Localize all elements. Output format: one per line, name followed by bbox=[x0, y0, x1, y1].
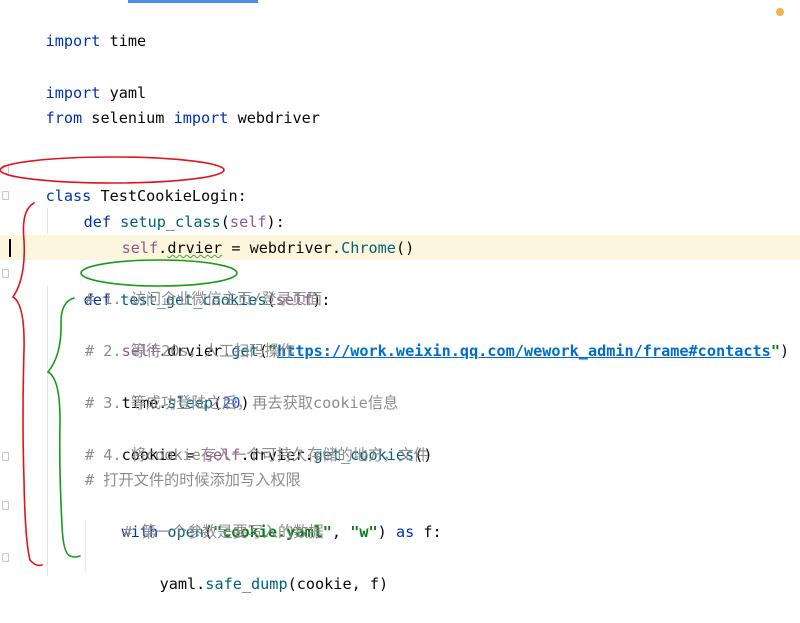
code-text: . bbox=[158, 239, 168, 257]
code-comment-2[interactable]: # 2. 等待20s，人工扫码操作 bbox=[85, 338, 295, 364]
fold-marker-icon[interactable] bbox=[2, 191, 9, 200]
code-editor[interactable]: import time import yaml from selenium im… bbox=[0, 0, 800, 593]
string-quote: " bbox=[770, 342, 780, 360]
code-line-11[interactable]: def test_get_cookies(self): bbox=[47, 261, 331, 309]
keyword: from bbox=[45, 109, 83, 127]
code-comment-4[interactable]: # 4. 将cookie存入一个可持久存储的地方，文件 bbox=[85, 442, 429, 468]
keyword: import bbox=[173, 109, 229, 127]
code-text: f: bbox=[414, 523, 442, 541]
code-comment-5[interactable]: # 打开文件的时候添加写入权限 bbox=[85, 467, 301, 493]
fold-marker-icon[interactable] bbox=[2, 269, 9, 278]
code-text: webdriver bbox=[228, 109, 320, 127]
method-call: safe_dump bbox=[205, 575, 288, 593]
code-comment-1[interactable]: # 1. 访问企业微信主页/登录页面 bbox=[85, 286, 322, 312]
code-text: ) bbox=[377, 523, 396, 541]
keyword: import bbox=[45, 32, 101, 50]
code-text: selenium bbox=[82, 109, 174, 127]
code-line-1[interactable]: import time bbox=[9, 2, 147, 50]
code-line-9[interactable]: self.drvier = webdriver.Chrome() bbox=[85, 209, 415, 257]
text-caret bbox=[9, 239, 11, 257]
code-text: () bbox=[395, 239, 415, 257]
string-literal: "w" bbox=[350, 523, 378, 541]
code-line-20[interactable]: with open("cookie.yaml", "w") as f: bbox=[85, 493, 442, 541]
fold-marker-icon[interactable] bbox=[2, 452, 9, 461]
code-text: ) bbox=[779, 342, 790, 360]
inspection-status-icon[interactable] bbox=[776, 8, 784, 16]
typo-warning[interactable]: drvier bbox=[167, 239, 222, 257]
code-comment-6[interactable]: # 第一个参数是要写入的数据 bbox=[123, 519, 324, 545]
code-text: time bbox=[100, 32, 147, 50]
code-line-15[interactable]: time.sleep(20) bbox=[85, 364, 250, 412]
code-line-13[interactable]: self.drvier.get("https://work.weixin.qq.… bbox=[85, 312, 790, 360]
code-text: , bbox=[331, 523, 351, 541]
code-line-8[interactable]: def setup_class(self): bbox=[47, 183, 285, 231]
code-text: = webdriver. bbox=[222, 239, 342, 257]
active-tab-indicator bbox=[128, 0, 258, 3]
code-line-3[interactable]: import yaml bbox=[9, 54, 147, 102]
class-ref: Chrome bbox=[341, 239, 396, 257]
fold-marker-icon[interactable] bbox=[2, 501, 9, 510]
url-link[interactable]: https://work.weixin.qq.com/wework_admin/… bbox=[277, 342, 771, 360]
code-comment-3[interactable]: # 3. 等成功登陆之后，再去获取cookie信息 bbox=[85, 390, 398, 416]
code-text: yaml. bbox=[159, 575, 206, 593]
self-ref: self bbox=[121, 239, 159, 257]
code-line-7[interactable]: class TestCookieLogin: bbox=[9, 157, 247, 205]
code-line-17[interactable]: cookie = self.drvier.get_cookies() bbox=[85, 416, 433, 464]
fold-marker-icon[interactable] bbox=[2, 553, 9, 562]
code-text: (cookie, f) bbox=[287, 575, 389, 593]
code-line-22[interactable]: yaml.safe_dump(cookie, f) bbox=[123, 545, 389, 593]
keyword: as bbox=[395, 523, 415, 541]
code-line-4[interactable]: from selenium import webdriver bbox=[9, 79, 320, 127]
fold-marker-icon[interactable] bbox=[2, 165, 9, 174]
